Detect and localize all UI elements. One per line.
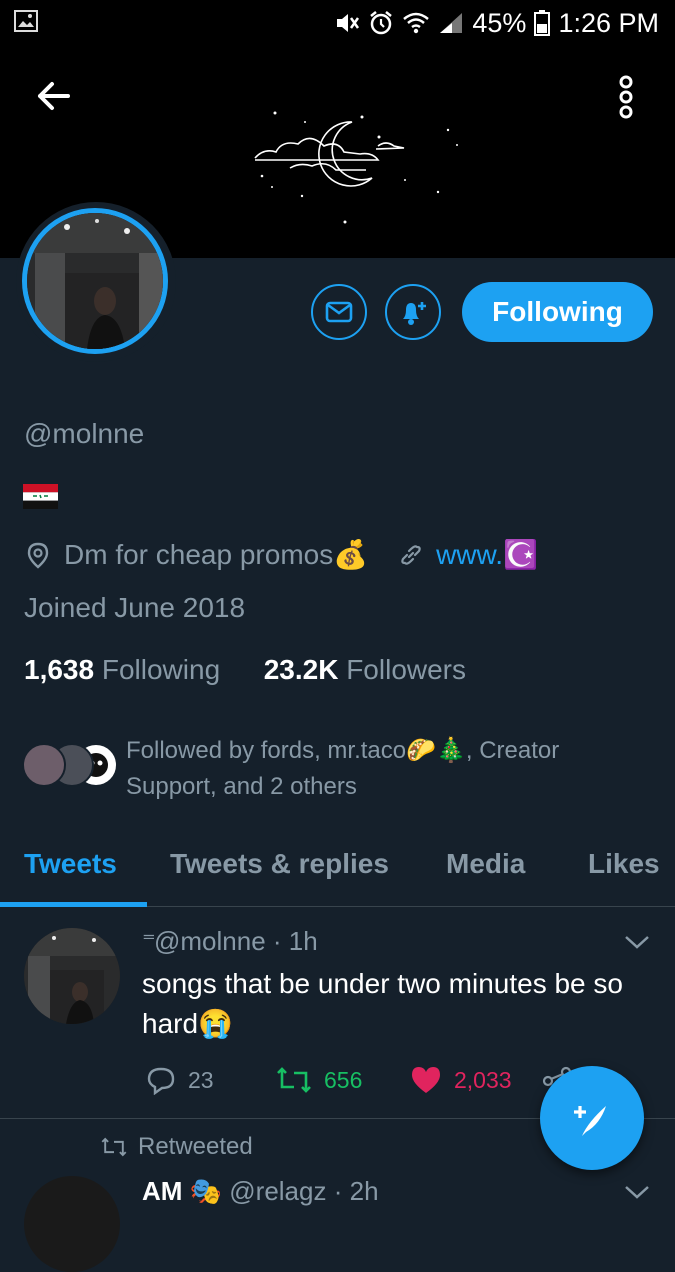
pin-icon: ⁼ xyxy=(142,926,156,956)
link-icon xyxy=(401,544,421,565)
retweet-icon xyxy=(277,1067,311,1093)
status-bar: 45% 1:26 PM xyxy=(0,0,675,46)
joined-date: Joined June 2018 xyxy=(24,592,246,623)
tweet-avatar[interactable] xyxy=(24,928,120,1024)
like-count: 2,033 xyxy=(454,1066,512,1093)
alarm-icon xyxy=(370,11,393,35)
signal-icon xyxy=(440,13,463,33)
retweet-author-name[interactable]: AM 🎭 xyxy=(142,1176,222,1206)
mute-icon xyxy=(337,14,360,32)
tweet-header: ⁼@molnne · 1h xyxy=(142,926,318,956)
followers-count-link[interactable]: 23.2K Followers xyxy=(264,654,466,685)
reply-action[interactable]: 23 xyxy=(146,1064,214,1096)
gallery-notification-icon xyxy=(14,10,38,32)
battery-percent: 45% xyxy=(472,7,527,38)
follower-avatar-1 xyxy=(22,743,66,787)
retweet-chevron-down-icon[interactable] xyxy=(622,1182,652,1202)
active-tab-indicator xyxy=(0,902,147,907)
tweet-time: 1h xyxy=(288,926,318,956)
tab-tweets[interactable]: Tweets xyxy=(24,848,117,880)
clock: 1:26 PM xyxy=(558,7,659,38)
reply-count: 23 xyxy=(188,1066,214,1093)
tweet-handle[interactable]: @molnne xyxy=(154,926,266,956)
profile-location: Dm for cheap promos💰 xyxy=(64,539,369,570)
more-options-icon[interactable] xyxy=(606,70,646,124)
profile-handle: @molnne xyxy=(24,418,145,449)
following-button[interactable]: Following xyxy=(462,282,653,342)
chevron-down-icon[interactable] xyxy=(622,932,652,952)
profile-tabs: Tweets Tweets & replies Media Likes xyxy=(0,836,675,907)
retweeted-text: Retweeted xyxy=(138,1133,253,1160)
retweet-author-handle[interactable]: @relagz xyxy=(229,1176,326,1206)
retweet-small-icon xyxy=(101,1137,127,1157)
like-action[interactable]: 2,033 xyxy=(410,1064,512,1096)
retweet-time: 2h xyxy=(349,1176,379,1206)
compose-tweet-button[interactable] xyxy=(540,1066,644,1170)
retweet-avatar[interactable] xyxy=(24,1176,120,1272)
retweeted-label: Retweeted xyxy=(100,1133,253,1161)
following-count-link[interactable]: 1,638 Following xyxy=(24,654,220,685)
location-pin-icon xyxy=(27,542,49,569)
tab-tweets-replies[interactable]: Tweets & replies xyxy=(170,848,389,880)
bell-plus-icon xyxy=(403,302,426,325)
tweet-text: songs that be under two minutes be so ha… xyxy=(142,968,623,1039)
tab-media[interactable]: Media xyxy=(446,848,525,880)
retweet-action[interactable]: 656 xyxy=(276,1064,362,1096)
notifications-button[interactable] xyxy=(385,284,441,340)
followed-by-text[interactable]: Followed by fords, mr.taco🌮🎄, Creator Su… xyxy=(126,733,646,805)
envelope-icon xyxy=(325,301,353,323)
back-arrow-icon[interactable] xyxy=(30,72,78,120)
retweet-header: AM 🎭 @relagz · 2h xyxy=(142,1176,379,1206)
tab-likes[interactable]: Likes xyxy=(588,848,660,880)
profile-website-link[interactable]: www.☪️ xyxy=(436,538,538,571)
avatar-photo xyxy=(27,213,163,349)
profile-meta: Dm for cheap promos💰 www.☪️ xyxy=(24,538,538,571)
tweet-avatar-photo xyxy=(24,928,120,1024)
compose-feather-icon xyxy=(574,1106,606,1136)
wifi-icon xyxy=(403,12,430,34)
reply-icon xyxy=(147,1067,175,1095)
retweet-count: 656 xyxy=(324,1066,363,1093)
follow-counts: 1,638 Following 23.2K Followers xyxy=(24,654,466,686)
heart-icon xyxy=(412,1067,440,1093)
battery-icon xyxy=(534,10,551,36)
iraq-flag-icon xyxy=(23,484,58,509)
profile-avatar[interactable] xyxy=(16,202,176,362)
message-button[interactable] xyxy=(311,284,367,340)
